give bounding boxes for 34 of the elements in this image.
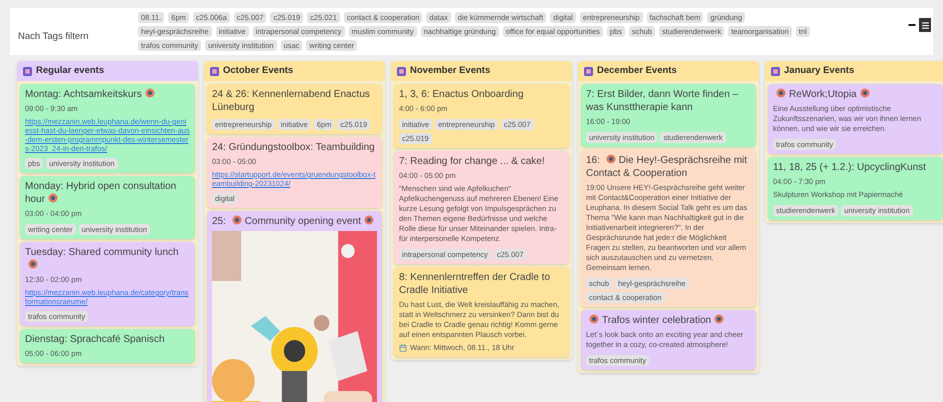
event-card[interactable]: 25: Community opening event [207,211,382,402]
event-title: 8: Kennenlerntreffen der Cradle to Cradle Initiative [399,271,552,297]
event-title: 7: Reading for change ... & cake! [399,155,546,168]
column-title: Regular events [36,64,104,78]
event-card[interactable] [20,84,195,173]
square-icon [23,66,32,76]
square-icon [584,66,593,76]
calendar-icon [399,344,407,352]
event-card[interactable] [581,150,756,307]
event-title: Tuesday: Shared community lunch [25,246,190,272]
square-icon [771,66,780,76]
menu-button[interactable] [919,18,931,32]
event-title: Montag: Achtsamkeitskurs [25,88,190,101]
event-card[interactable] [394,267,569,357]
event-title: 25: Community opening event [212,215,377,228]
column-title: January Events [784,64,854,78]
event-title: Dienstag: Sprachcafé Spanisch [25,333,166,346]
square-icon [210,66,219,76]
event-title: 24 & 26: Kennenlernabend Enactus Lüneburg [212,88,371,114]
square-icon [397,66,406,76]
filter-label: Nach Tags filtern [17,30,90,44]
column-title: October Events [223,64,294,78]
event-title: Monday: Hybrid open consultation hour [25,180,178,206]
event-title: 1, 3, 6: Enactus Onboarding [399,88,525,101]
event-card[interactable] [394,151,569,264]
event-title: 16: Die Hey!-Gesprächsreihe mit Contact & Cooperation [586,154,748,180]
event-title: 24: Gründungstoolbox: Teambuilding [212,141,376,154]
column-title: November Events [410,64,490,78]
column-title: December Events [597,64,677,78]
event-title: 11, 18, 25 (+ 1.2.): UpcyclingKunst [773,161,927,174]
event-title: ReWork;Utopia [773,88,938,101]
event-title: Trafos winter celebration [586,314,751,327]
event-title: 7: Erst Bilder, dann Worte finden – was Kunsttherapie kann [586,88,740,114]
menu-icon [920,20,930,30]
